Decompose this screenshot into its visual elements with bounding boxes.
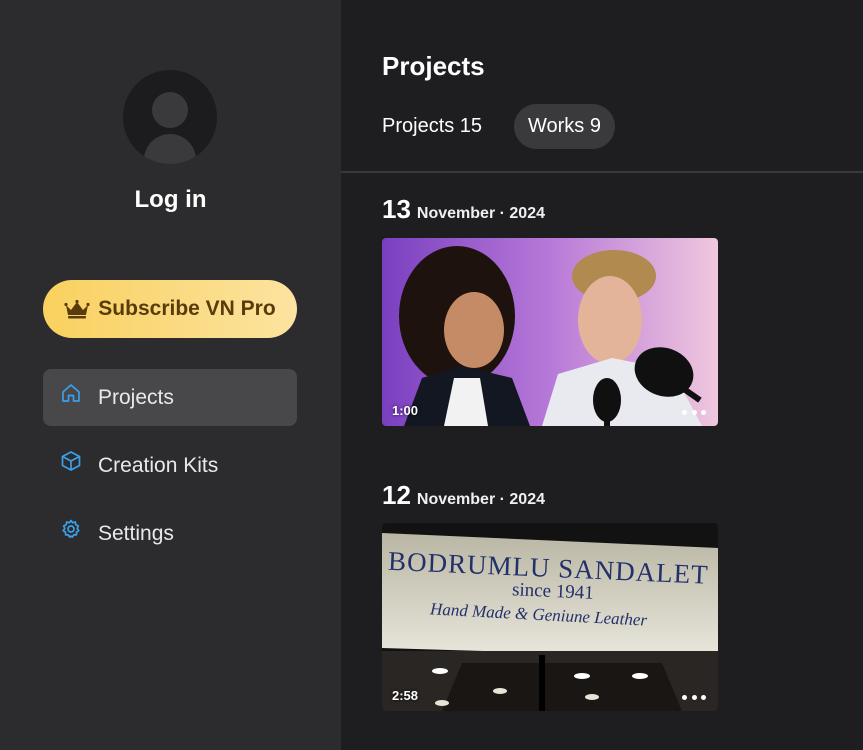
work-thumbnail[interactable]: BODRUMLU SANDALET since 1941 Hand Made &… <box>382 523 718 711</box>
more-options-icon[interactable] <box>682 693 706 701</box>
avatar-head-shape <box>152 92 188 128</box>
home-icon <box>62 384 80 402</box>
sidebar: Log in Subscribe VN Pro Projects Creatio <box>0 0 341 750</box>
date-month-year: November · 2024 <box>416 491 545 508</box>
sidebar-item-label: Creation Kits <box>98 454 219 477</box>
podcast-scene-image <box>382 238 718 426</box>
date-header: 12 November · 2024 <box>382 480 545 511</box>
gear-icon <box>62 519 80 539</box>
subscribe-label: Subscribe VN Pro <box>98 297 276 320</box>
date-day: 12 <box>382 480 411 510</box>
sidebar-item-projects[interactable]: Projects <box>43 369 297 426</box>
avatar[interactable] <box>123 70 217 164</box>
main-content: Projects Projects 15 Works 9 13 November… <box>341 0 863 750</box>
date-day: 13 <box>382 194 411 224</box>
page-title: Projects <box>382 51 485 81</box>
sidebar-item-label: Projects <box>98 386 174 409</box>
work-duration: 2:58 <box>392 688 419 703</box>
date-header: 13 November · 2024 <box>382 194 545 225</box>
tab-projects[interactable]: Projects 15 <box>382 104 482 149</box>
header-divider <box>341 171 863 173</box>
work-thumbnail[interactable]: 1:00 <box>382 238 718 426</box>
date-month-year: November · 2024 <box>416 205 545 222</box>
app-window: Log in Subscribe VN Pro Projects Creatio <box>0 0 863 750</box>
subscribe-pro-button[interactable]: Subscribe VN Pro <box>43 280 297 338</box>
sidebar-item-creation-kits[interactable]: Creation Kits <box>43 437 297 494</box>
sidebar-item-settings[interactable]: Settings <box>43 505 297 562</box>
tab-works[interactable]: Works 9 <box>514 104 615 149</box>
avatar-body-shape <box>144 134 196 164</box>
cube-icon <box>61 451 81 471</box>
login-link[interactable]: Log in <box>0 186 341 214</box>
sign-line-2: since 1941 <box>511 579 595 604</box>
more-options-icon[interactable] <box>682 408 706 416</box>
crown-icon <box>64 299 90 319</box>
work-duration: 1:00 <box>392 403 419 418</box>
sidebar-item-label: Settings <box>98 522 174 545</box>
